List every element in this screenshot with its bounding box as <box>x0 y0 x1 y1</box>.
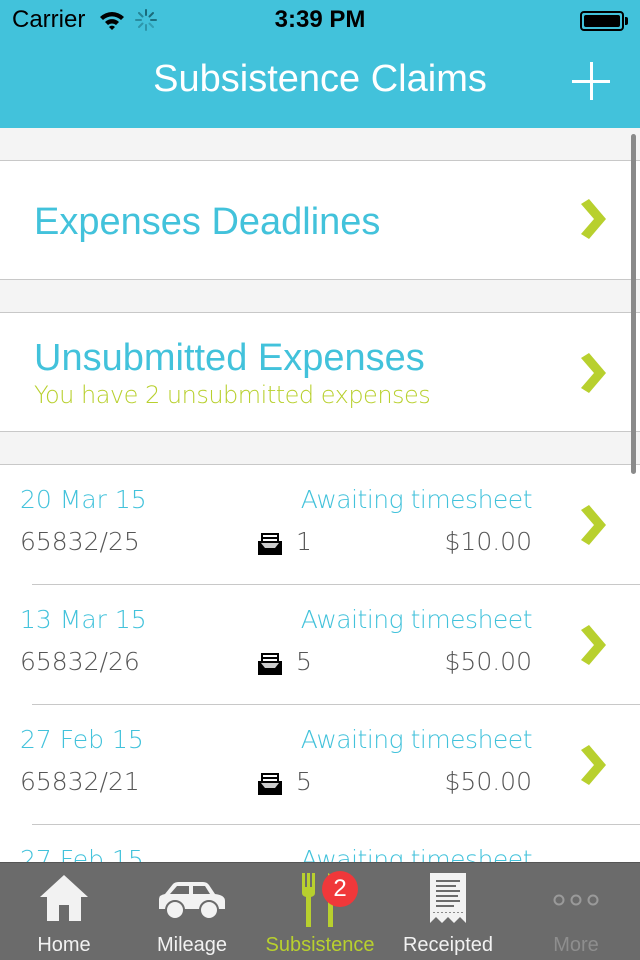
receipt-count: 1 <box>296 527 312 556</box>
status-bar: Carrier 3:39 PM <box>0 0 640 40</box>
claim-amount: $50.00 <box>444 647 532 676</box>
claim-status: Awaiting timesheet <box>300 485 533 514</box>
tab-label: Home <box>37 934 91 956</box>
expenses-deadlines-row[interactable]: Expenses Deadlines <box>0 160 640 280</box>
tab-mileage[interactable]: Mileage <box>128 863 256 960</box>
chevron-right-icon <box>581 353 606 393</box>
claims-scroll-view[interactable]: Expenses Deadlines Unsubmitted Expenses … <box>0 128 640 862</box>
navigation-header: Carrier 3:39 PM Subsistence Claims <box>0 0 640 128</box>
claim-row[interactable]: 27 Feb 15 Awaiting timesheet <box>0 825 640 862</box>
claim-date: 27 Feb 15 <box>20 725 144 754</box>
claim-status: Awaiting timesheet <box>300 605 533 634</box>
claim-status: Awaiting timesheet <box>300 845 533 862</box>
unsubmitted-count-text: You have 2 unsubmitted expenses <box>34 381 431 409</box>
tab-subsistence[interactable]: 2 Subsistence <box>256 863 384 960</box>
tab-home[interactable]: Home <box>0 863 128 960</box>
tab-receipted[interactable]: Receipted <box>384 863 512 960</box>
claim-amount: $10.00 <box>444 527 532 556</box>
claim-date: 20 Mar 15 <box>20 485 147 514</box>
claim-row[interactable]: 27 Feb 15 Awaiting timesheet 65832/21 5 … <box>0 705 640 825</box>
claim-amount: $50.00 <box>444 767 532 796</box>
tab-more[interactable]: More <box>512 863 640 960</box>
app-screen: Carrier 3:39 PM Subsistence Claims Expen… <box>0 0 640 960</box>
claim-date: 27 Feb 15 <box>20 845 144 862</box>
section-title: Expenses Deadlines <box>34 201 381 243</box>
home-icon <box>40 875 88 921</box>
receipt-tray-icon <box>258 533 282 555</box>
tab-bar: Home Mileage 2 Subsistence Receipted Mor… <box>0 862 640 960</box>
more-icon <box>553 894 599 906</box>
chevron-right-icon <box>581 745 606 785</box>
tab-label: Subsistence <box>265 934 375 956</box>
receipt-icon <box>430 873 466 923</box>
section-title: Unsubmitted Expenses <box>34 337 425 379</box>
battery-icon <box>580 11 628 31</box>
claim-reference: 65832/25 <box>20 527 140 556</box>
claim-row[interactable]: 20 Mar 15 Awaiting timesheet 65832/25 1 … <box>0 465 640 585</box>
claims-list: 20 Mar 15 Awaiting timesheet 65832/25 1 … <box>0 464 640 862</box>
vertical-scrollbar[interactable] <box>631 134 636 474</box>
add-claim-button[interactable] <box>572 62 610 100</box>
claim-date: 13 Mar 15 <box>20 605 147 634</box>
receipt-count: 5 <box>296 647 312 676</box>
claim-row[interactable]: 13 Mar 15 Awaiting timesheet 65832/26 5 … <box>0 585 640 705</box>
claim-reference: 65832/21 <box>20 767 140 796</box>
receipt-tray-icon <box>258 773 282 795</box>
chevron-right-icon <box>581 625 606 665</box>
page-title: Subsistence Claims <box>153 58 487 100</box>
tab-label: Receipted <box>402 934 494 956</box>
tab-label: Mileage <box>156 934 228 956</box>
claim-reference: 65832/26 <box>20 647 140 676</box>
chevron-right-icon <box>581 505 606 545</box>
clock: 3:39 PM <box>274 6 366 33</box>
unsubmitted-badge: 2 <box>322 871 358 907</box>
receipt-tray-icon <box>258 653 282 675</box>
claim-status: Awaiting timesheet <box>300 725 533 754</box>
receipt-count: 5 <box>296 767 312 796</box>
car-icon <box>159 882 225 920</box>
tab-label: More <box>553 934 599 956</box>
chevron-right-icon <box>581 199 606 239</box>
unsubmitted-expenses-row[interactable]: Unsubmitted Expenses You have 2 unsubmit… <box>0 312 640 432</box>
